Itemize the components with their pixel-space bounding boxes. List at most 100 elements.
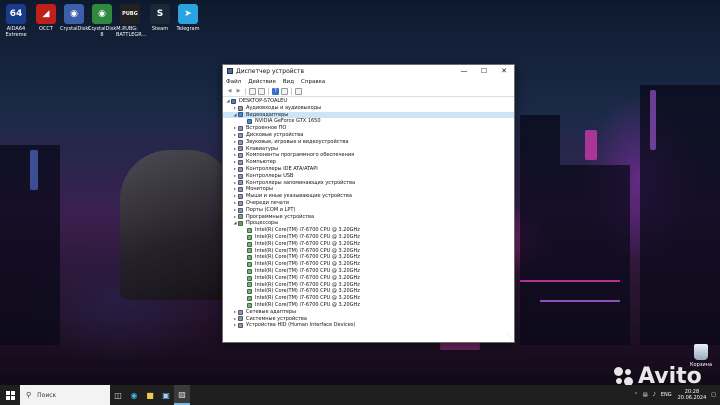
tree-category-item[interactable]: ▸ Очереди печати [223,200,514,207]
desktop-icon[interactable]: ◉ CrystalDiskM... 8 [88,4,125,38]
task-view-icon[interactable]: ◫ [110,385,126,405]
tree-device-item[interactable]: Intel(R) Core(TM) i7-6700 CPU @ 3.20GHz [223,282,514,289]
tree-category-item[interactable]: ▸ Дисковые устройства [223,132,514,139]
ide-icon [238,166,243,172]
desktop-icon[interactable]: ◉ CrystalDiskI... [60,4,95,32]
tree-device-item[interactable]: Intel(R) Core(TM) i7-6700 CPU @ 3.20GHz [223,268,514,275]
tree-item-label: Дисковые устройства [246,131,304,138]
tree-item-label: Процессоры [246,220,279,227]
tree-item-label: Видеоадаптеры [246,111,289,118]
minimize-button[interactable]: — [454,67,474,75]
menu-help[interactable]: Справка [301,79,325,85]
processor-icon [238,221,243,227]
tree-category-item[interactable]: ▸ Сетевые адаптеры [223,309,514,316]
cpu-icon [247,275,252,281]
software-component-icon [238,153,243,159]
cpu-icon [247,255,252,261]
tree-device-item[interactable]: Intel(R) Core(TM) i7-6700 CPU @ 3.20GHz [223,248,514,255]
menu-view[interactable]: Вид [283,79,294,85]
tree-category-item[interactable]: ◢ Процессоры [223,220,514,227]
cpu-icon [247,302,252,308]
tree-item-label: Программные устройства [246,213,315,220]
tree-device-item[interactable]: Intel(R) Core(TM) i7-6700 CPU @ 3.20GHz [223,295,514,302]
tree-device-item[interactable]: Intel(R) Core(TM) i7-6700 CPU @ 3.20GHz [223,241,514,248]
tree-category-item[interactable]: ▸ Порты (COM и LPT) [223,207,514,214]
tree-category-item[interactable]: ▸ Устройства HID (Human Interface Devices… [223,322,514,329]
resize-grip-icon[interactable]: ⋱ [508,335,513,341]
edge-icon[interactable]: ◉ [126,385,142,405]
tree-item-label: NVIDIA GeForce GTX 1650 [255,118,321,125]
network-adapter-icon [238,309,243,315]
tree-device-item[interactable]: NVIDIA GeForce GTX 1650 [223,118,514,125]
desktop-icon-label: Steam [151,26,169,32]
tree-category-item[interactable]: ▸ Мыши и иные указывающие устройства [223,193,514,200]
tree-item-label: Компоненты программного обеспечения [246,152,355,159]
start-button[interactable] [0,385,20,405]
tree-item-label: Intel(R) Core(TM) i7-6700 CPU @ 3.20GHz [255,288,360,295]
tree-category-item[interactable]: ▸ Компоненты программного обеспечения [223,152,514,159]
cpu-icon [247,234,252,240]
tree-category-item[interactable]: ▸ Встроенное ПО [223,125,514,132]
search-box[interactable]: ⚲ Поиск [20,385,110,405]
desktop-icon-label: PUBG: BATTLEGR... [116,26,147,38]
store-icon[interactable]: ▣ [158,385,174,405]
device-manager-window[interactable]: Диспетчер устройств — ☐ ✕ Файл Действие … [222,64,515,343]
hid-icon [238,323,243,329]
app-icon: 64 [6,4,26,24]
menu-file[interactable]: Файл [226,79,241,85]
tree-category-item[interactable]: ▸ Контроллеры запоминающих устройства [223,180,514,187]
maximize-button[interactable]: ☐ [474,67,494,75]
recycle-bin-icon [694,344,708,360]
properties-list-icon[interactable] [258,87,265,95]
back-arrow-icon[interactable]: ◀ [226,88,233,95]
tree-category-item[interactable]: ◢ Видеоадаптеры [223,111,514,119]
desktop-icon[interactable]: 64 AIDA64 Extreme [2,4,30,38]
clock-date: 20.06.2024 [677,395,707,401]
tree-item-label: Intel(R) Core(TM) i7-6700 CPU @ 3.20GHz [255,261,360,268]
notifications-icon[interactable]: □ [711,392,716,398]
desktop-icon[interactable]: PUBG PUBG: BATTLEGR... [116,4,147,38]
volume-icon[interactable]: ♪ [653,392,656,398]
tree-device-item[interactable]: Intel(R) Core(TM) i7-6700 CPU @ 3.20GHz [223,227,514,234]
avito-logo-icon [614,367,634,387]
app-icon: S [150,4,170,24]
forward-arrow-icon[interactable]: ▶ [235,88,242,95]
tree-category-item[interactable]: ◢ DESKTOP-S7OALEU [223,98,514,105]
desktop-icon[interactable]: ➤ Telegram [174,4,202,32]
scan-hardware-icon[interactable] [295,87,302,95]
tree-category-item[interactable]: ▸ Звуковые, игровые и видеоустройства [223,139,514,146]
tree-item-label: Intel(R) Core(TM) i7-6700 CPU @ 3.20GHz [255,227,360,234]
tree-category-item[interactable]: ▸ Компьютер [223,159,514,166]
desktop-icon[interactable]: S Steam [146,4,174,32]
cpu-icon [247,268,252,274]
tree-device-item[interactable]: Intel(R) Core(TM) i7-6700 CPU @ 3.20GHz [223,254,514,261]
desktop-icon[interactable]: ◢ OCCT [32,4,60,32]
file-explorer-icon[interactable]: ■ [142,385,158,405]
title-bar[interactable]: Диспетчер устройств — ☐ ✕ [223,65,514,77]
tree-category-item[interactable]: ▸ Контроллеры IDE ATA/ATAPI [223,166,514,173]
device-tree[interactable]: ◢ DESKTOP-S7OALEU ▸ Аудиовходы и аудиовыход… [223,97,514,342]
tree-device-item[interactable]: Intel(R) Core(TM) i7-6700 CPU @ 3.20GHz [223,234,514,241]
cpu-icon [247,241,252,247]
tree-category-item[interactable]: ▸ Контроллеры USB [223,173,514,180]
chevron-up-icon[interactable]: ⌃ [634,392,638,398]
tree-device-item[interactable]: Intel(R) Core(TM) i7-6700 CPU @ 3.20GHz [223,275,514,282]
language-indicator[interactable]: ENG [661,392,672,398]
clock[interactable]: 20:28 20.06.2024 [678,389,707,401]
menu-bar: Файл Действие Вид Справка [223,77,514,86]
app-icon: PUBG [120,4,140,24]
tree-device-item[interactable]: Intel(R) Core(TM) i7-6700 CPU @ 3.20GHz [223,288,514,295]
help-icon[interactable]: ? [272,87,279,95]
device-manager-taskbar-icon[interactable]: ▨ [174,385,190,405]
tree-category-item[interactable]: ▸ Клавиатуры [223,146,514,153]
network-icon[interactable]: ▤ [643,392,648,398]
tree-device-item[interactable]: Intel(R) Core(TM) i7-6700 CPU @ 3.20GHz [223,302,514,309]
tree-category-item[interactable]: ▸ Программные устройства [223,214,514,221]
monitor-icon [238,187,243,193]
show-hide-tree-icon[interactable] [249,87,256,95]
menu-action[interactable]: Действие [248,79,276,85]
tree-device-item[interactable]: Intel(R) Core(TM) i7-6700 CPU @ 3.20GHz [223,261,514,268]
close-button[interactable]: ✕ [494,67,514,75]
tree-category-item[interactable]: ▸ Аудиовходы и аудиовыходы [223,105,514,112]
properties-icon[interactable] [281,87,288,95]
